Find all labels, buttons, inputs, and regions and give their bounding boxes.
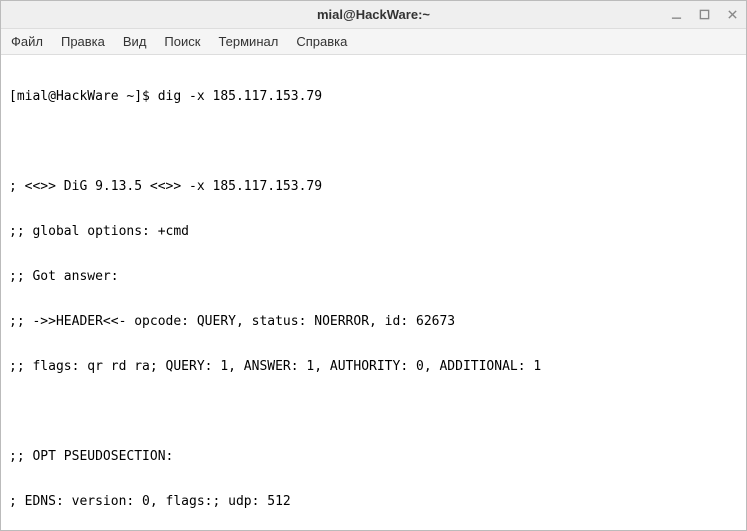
minimize-button[interactable] xyxy=(668,7,684,23)
menu-terminal[interactable]: Терминал xyxy=(218,34,278,49)
prompt-line: [mial@HackWare ~]$ dig -x 185.117.153.79 xyxy=(9,89,738,104)
output-line: ; <<>> DiG 9.13.5 <<>> -x 185.117.153.79 xyxy=(9,179,738,194)
titlebar[interactable]: mial@HackWare:~ xyxy=(1,1,746,29)
terminal-window: mial@HackWare:~ Файл Правка Вид Поиск Те… xyxy=(0,0,747,531)
menu-help[interactable]: Справка xyxy=(296,34,347,49)
window-title: mial@HackWare:~ xyxy=(1,7,746,22)
menu-edit[interactable]: Правка xyxy=(61,34,105,49)
output-line: ;; global options: +cmd xyxy=(9,224,738,239)
menu-search[interactable]: Поиск xyxy=(164,34,200,49)
window-controls xyxy=(668,7,740,23)
output-line: ;; OPT PSEUDOSECTION: xyxy=(9,449,738,464)
output-line: ; EDNS: version: 0, flags:; udp: 512 xyxy=(9,494,738,509)
output-line: ;; flags: qr rd ra; QUERY: 1, ANSWER: 1,… xyxy=(9,359,738,374)
maximize-button[interactable] xyxy=(696,7,712,23)
output-line: ;; ->>HEADER<<- opcode: QUERY, status: N… xyxy=(9,314,738,329)
menu-view[interactable]: Вид xyxy=(123,34,147,49)
output-line xyxy=(9,134,738,149)
close-button[interactable] xyxy=(724,7,740,23)
terminal-output[interactable]: [mial@HackWare ~]$ dig -x 185.117.153.79… xyxy=(1,55,746,530)
menu-file[interactable]: Файл xyxy=(11,34,43,49)
output-line: ;; Got answer: xyxy=(9,269,738,284)
command: dig -x 185.117.153.79 xyxy=(158,89,322,104)
output-line xyxy=(9,404,738,419)
prompt: [mial@HackWare ~]$ xyxy=(9,89,158,104)
menubar: Файл Правка Вид Поиск Терминал Справка xyxy=(1,29,746,55)
